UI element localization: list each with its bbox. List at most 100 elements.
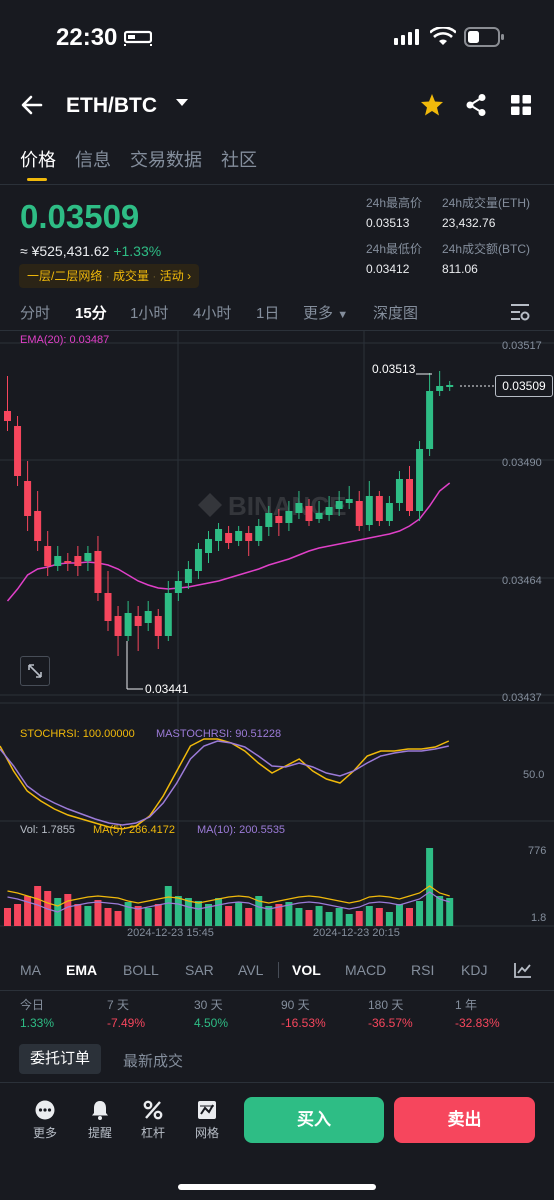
candlestick-chart[interactable]: BINANCE bbox=[0, 331, 554, 951]
volume-tick-bottom: 1.8 bbox=[531, 912, 547, 924]
perf-label-30d: 30 天 bbox=[194, 998, 223, 1012]
perf-label-90d: 90 天 bbox=[281, 998, 310, 1012]
favorite-star-icon[interactable] bbox=[420, 93, 444, 117]
candle-body bbox=[426, 391, 434, 449]
perf-value-30d: 4.50% bbox=[194, 1016, 229, 1030]
tag-pill[interactable]: 一层/二层网络 · 成交量 · 活动 › bbox=[19, 264, 200, 288]
volume-bar bbox=[154, 904, 162, 926]
stat-low: 0.03412 bbox=[366, 262, 410, 276]
volume-bar bbox=[235, 902, 243, 926]
timeframe-more[interactable]: 更多 ▼ bbox=[303, 302, 348, 323]
tab-open-orders[interactable]: 委托订单 bbox=[19, 1044, 101, 1074]
indicator-kdj[interactable]: KDJ bbox=[461, 962, 487, 978]
share-icon[interactable] bbox=[465, 93, 487, 117]
candle-body bbox=[285, 511, 293, 523]
fiat-price: ≈ ¥525,431.62 +1.33% bbox=[20, 243, 161, 259]
expand-icon bbox=[28, 664, 42, 678]
indicator-rsi[interactable]: RSI bbox=[411, 962, 434, 978]
candle-body bbox=[64, 561, 72, 563]
volume-bar bbox=[164, 886, 172, 926]
timeframe-depth[interactable]: 深度图 bbox=[373, 302, 418, 323]
bell-icon bbox=[92, 1101, 108, 1120]
stat-vol-btc: 811.06 bbox=[442, 262, 478, 276]
candle-body bbox=[34, 511, 42, 541]
candle-body bbox=[154, 616, 162, 636]
volume-bar bbox=[74, 904, 82, 926]
candle-body bbox=[44, 546, 52, 566]
pair-selector[interactable]: ETH/BTC bbox=[66, 94, 157, 118]
margin-button[interactable]: 杠杆 bbox=[130, 1100, 176, 1141]
tab-trading-data[interactable]: 交易数据 bbox=[130, 146, 202, 172]
tab-open-orders-label: 委托订单 bbox=[29, 1050, 90, 1067]
indicator-vol[interactable]: VOL bbox=[292, 962, 321, 978]
sell-button[interactable]: 卖出 bbox=[394, 1097, 535, 1143]
candle-body bbox=[355, 501, 363, 526]
volume-ma10-label: MA(10): 200.5535 bbox=[197, 824, 286, 836]
back-arrow-icon[interactable] bbox=[20, 94, 44, 116]
tab-community[interactable]: 社区 bbox=[221, 146, 257, 172]
candle-body bbox=[235, 531, 243, 541]
more-dots-icon bbox=[35, 1100, 55, 1120]
timeframe-4h[interactable]: 4小时 bbox=[193, 302, 231, 323]
candle-body bbox=[134, 616, 142, 626]
tab-info[interactable]: 信息 bbox=[75, 146, 111, 172]
stat-high: 0.03513 bbox=[366, 216, 410, 230]
volume-bar bbox=[406, 908, 413, 926]
volume-bar bbox=[375, 908, 383, 926]
volume-bar bbox=[325, 912, 333, 926]
candle-body bbox=[325, 507, 333, 515]
candle-body bbox=[416, 449, 424, 511]
y-tick-4: 0.03437 bbox=[502, 692, 542, 704]
timeframe-1d[interactable]: 1日 bbox=[256, 302, 279, 323]
candle-body bbox=[385, 503, 393, 521]
candle-body bbox=[144, 611, 152, 623]
battery-icon bbox=[464, 27, 504, 47]
divider bbox=[0, 1082, 554, 1083]
volume-bar bbox=[14, 904, 22, 926]
candle-body bbox=[194, 549, 202, 571]
timeframe-1h[interactable]: 1小时 bbox=[130, 302, 168, 323]
caret-down-icon[interactable] bbox=[175, 98, 189, 108]
expand-chart-button[interactable] bbox=[20, 656, 50, 686]
y-tick-3: 0.03464 bbox=[502, 575, 542, 587]
indicator-ema[interactable]: EMA bbox=[66, 962, 97, 978]
stat-low-label: 24h最低价 bbox=[366, 242, 423, 256]
ema-label: EMA(20): 0.03487 bbox=[20, 334, 110, 346]
last-price-tag: 0.03509 bbox=[495, 375, 553, 397]
volume-tick-top: 776 bbox=[528, 845, 547, 857]
buy-button[interactable]: 买入 bbox=[244, 1097, 384, 1143]
indicator-boll[interactable]: BOLL bbox=[123, 962, 159, 978]
indicator-sar[interactable]: SAR bbox=[185, 962, 214, 978]
perf-value-180d: -36.57% bbox=[368, 1016, 413, 1030]
candle-body bbox=[174, 581, 182, 593]
candle-body bbox=[4, 411, 11, 421]
candle-body bbox=[215, 529, 223, 541]
indicator-ma[interactable]: MA bbox=[20, 962, 41, 978]
volume-bar bbox=[184, 898, 192, 926]
volume-bar bbox=[315, 906, 323, 926]
stat-vol-eth-label: 24h成交量(ETH) bbox=[442, 196, 531, 210]
grid-button[interactable]: 网格 bbox=[184, 1100, 230, 1141]
volume-bar bbox=[64, 894, 72, 926]
grid-layout-icon[interactable] bbox=[511, 95, 531, 115]
timeframe-15m[interactable]: 15分 bbox=[75, 302, 107, 323]
timeframe-line[interactable]: 分时 bbox=[20, 302, 50, 323]
alert-button[interactable]: 提醒 bbox=[77, 1100, 123, 1141]
tab-latest-trades[interactable]: 最新成交 bbox=[123, 1050, 183, 1071]
indicator-avl[interactable]: AVL bbox=[238, 962, 263, 978]
indicator-macd[interactable]: MACD bbox=[345, 962, 386, 978]
chart-settings-icon[interactable] bbox=[510, 303, 530, 321]
tab-price[interactable]: 价格 bbox=[20, 146, 56, 172]
perf-label-today: 今日 bbox=[20, 998, 45, 1012]
perf-label-7d: 7 天 bbox=[107, 998, 130, 1012]
candle-body bbox=[14, 426, 22, 476]
indicator-settings-icon[interactable] bbox=[514, 962, 532, 978]
price-change: +1.33% bbox=[113, 243, 162, 259]
candle-body bbox=[205, 539, 212, 553]
candle-body bbox=[375, 496, 383, 521]
volume-ma5-label: MA(5): 286.4172 bbox=[93, 824, 175, 836]
perf-value-90d: -16.53% bbox=[281, 1016, 326, 1030]
volume-bar bbox=[365, 906, 373, 926]
volume-bar bbox=[345, 914, 353, 926]
more-button[interactable]: 更多 bbox=[22, 1100, 68, 1141]
